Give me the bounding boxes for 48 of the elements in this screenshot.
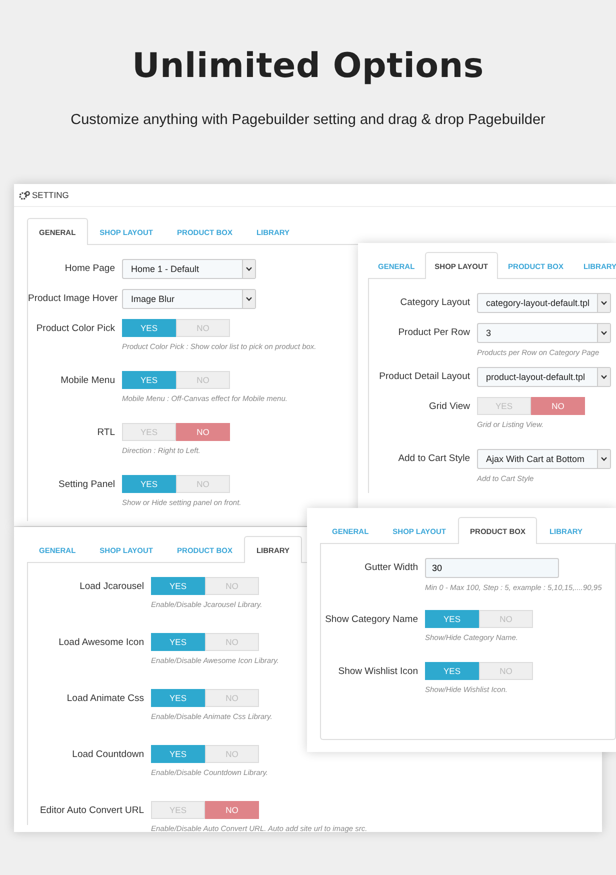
field-label: Add to Cart Style bbox=[397, 452, 471, 464]
field-label: Load Animate Css bbox=[66, 692, 145, 704]
subtitle: Customize anything with Pagebuilder setting and drag & drop Pagebuilder bbox=[70, 112, 546, 128]
field-label: Grid View bbox=[428, 400, 471, 412]
field-label: Mobile Menu bbox=[60, 374, 116, 386]
field-label: Gutter Width bbox=[364, 561, 419, 573]
switch-option[interactable]: YES bbox=[425, 662, 479, 680]
switch-option[interactable]: YES bbox=[425, 610, 479, 628]
switch-option[interactable]: YES bbox=[122, 319, 176, 337]
caret-icon bbox=[597, 324, 610, 342]
switch-option[interactable]: YES bbox=[151, 745, 205, 763]
field-label: Product Detail Layout bbox=[378, 370, 471, 382]
field-label: Product Image Hover bbox=[28, 292, 119, 304]
field-label: Setting Panel bbox=[57, 478, 116, 490]
caret-icon bbox=[597, 294, 610, 312]
caret-icon bbox=[242, 260, 255, 278]
dropdown[interactable]: Home 1 - Default bbox=[122, 259, 256, 279]
caret-icon bbox=[597, 368, 610, 386]
field-label: Load Awesome Icon bbox=[58, 636, 145, 648]
caret-icon bbox=[242, 290, 255, 308]
switch-option[interactable]: YES bbox=[122, 475, 176, 493]
switch-option[interactable]: YES bbox=[151, 633, 205, 651]
gears-icon bbox=[19, 190, 30, 200]
dropdown[interactable]: product-layout-default.tpl bbox=[477, 367, 611, 387]
field-label: Show Wishlist Icon bbox=[337, 665, 419, 677]
headline: Unlimited Options bbox=[132, 46, 484, 86]
field-label: Load Jcarousel bbox=[78, 580, 145, 592]
dropdown[interactable]: Image Blur bbox=[122, 289, 256, 309]
field-label: Show Category Name bbox=[324, 613, 419, 625]
switch-option[interactable]: YES bbox=[122, 371, 176, 389]
dropdown[interactable]: Ajax With Cart at Bottom bbox=[477, 449, 611, 469]
panel-title: SETTING bbox=[32, 190, 69, 200]
switch-option[interactable]: YES bbox=[151, 577, 205, 595]
field-label: Category Layout bbox=[399, 296, 471, 308]
dropdown[interactable]: 3 bbox=[477, 323, 611, 343]
switch-option[interactable]: YES bbox=[151, 689, 205, 707]
field-label: Editor Auto Convert URL bbox=[38, 804, 145, 816]
field-label: Load Countdown bbox=[71, 748, 145, 760]
caret-icon bbox=[597, 450, 610, 468]
switch-option[interactable]: NO bbox=[176, 423, 230, 441]
field-label: Home Page bbox=[64, 262, 116, 274]
field-label: Product Per Row bbox=[397, 326, 471, 338]
field-label: RTL bbox=[96, 426, 116, 438]
input-field[interactable]: 30 bbox=[425, 558, 559, 578]
switch-option[interactable]: NO bbox=[531, 397, 585, 415]
field-label: Product Color Pick bbox=[35, 322, 116, 334]
switch-option[interactable]: NO bbox=[205, 801, 259, 819]
dropdown[interactable]: category-layout-default.tpl bbox=[477, 293, 611, 313]
